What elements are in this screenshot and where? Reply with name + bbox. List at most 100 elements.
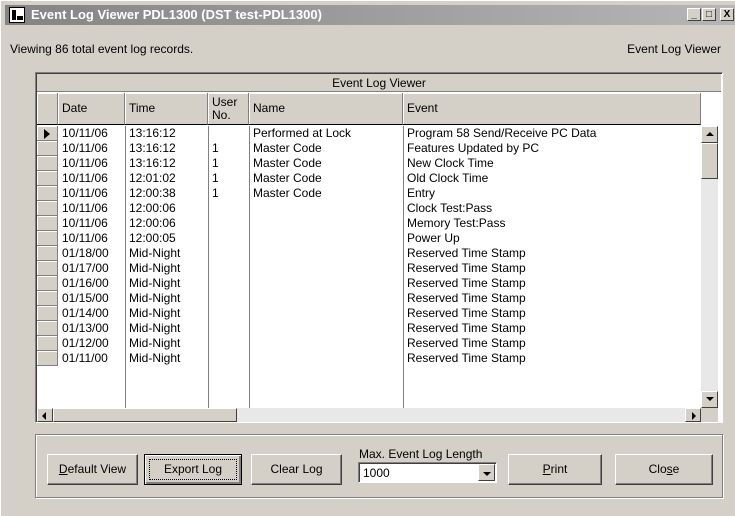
table-row[interactable]: 01/14/00 Mid-Night Reserved Time Stamp: [37, 306, 701, 321]
export-log-button[interactable]: Export Log: [144, 454, 242, 485]
row-selector[interactable]: [37, 321, 58, 336]
row-selector[interactable]: [37, 276, 58, 291]
scroll-down-button[interactable]: [701, 391, 718, 408]
cell-time[interactable]: 12:00:05: [125, 231, 208, 246]
cell-date[interactable]: 10/11/06: [58, 216, 125, 231]
cell-date[interactable]: 01/18/00: [58, 246, 125, 261]
cell-user-no[interactable]: [208, 246, 249, 261]
cell-date[interactable]: 10/11/06: [58, 186, 125, 201]
cell-name[interactable]: [249, 306, 403, 321]
row-selector[interactable]: [37, 291, 58, 306]
table-row[interactable]: 01/17/00 Mid-Night Reserved Time Stamp: [37, 261, 701, 276]
scroll-left-button[interactable]: [37, 408, 53, 422]
cell-date[interactable]: 01/14/00: [58, 306, 125, 321]
max-event-log-length-select[interactable]: 1000: [358, 462, 497, 483]
cell-date[interactable]: 10/11/06: [58, 231, 125, 246]
cell-name[interactable]: Master Code: [249, 141, 403, 156]
cell-time[interactable]: 13:16:12: [125, 126, 208, 141]
cell-time[interactable]: Mid-Night: [125, 261, 208, 276]
cell-event[interactable]: New Clock Time: [403, 156, 701, 171]
cell-time[interactable]: Mid-Night: [125, 246, 208, 261]
scroll-up-button[interactable]: [701, 126, 718, 143]
table-row[interactable]: 01/15/00 Mid-Night Reserved Time Stamp: [37, 291, 701, 306]
cell-name[interactable]: [249, 336, 403, 351]
cell-event[interactable]: Power Up: [403, 231, 701, 246]
row-selector[interactable]: [37, 126, 58, 141]
table-row[interactable]: 10/11/06 13:16:12 1 Master Code Features Upd…: [37, 141, 701, 156]
cell-user-no[interactable]: [208, 201, 249, 216]
row-selector[interactable]: [37, 246, 58, 261]
title-bar[interactable]: Event Log Viewer PDL1300 (DST test-PDL13…: [5, 5, 735, 25]
cell-time[interactable]: Mid-Night: [125, 336, 208, 351]
cell-user-no[interactable]: [208, 336, 249, 351]
close-window-button[interactable]: X: [720, 8, 734, 21]
cell-event[interactable]: Reserved Time Stamp: [403, 306, 701, 321]
cell-time[interactable]: Mid-Night: [125, 291, 208, 306]
table-row[interactable]: 10/11/06 13:16:12 1 Master Code New Clock Ti…: [37, 156, 701, 171]
table-row[interactable]: 01/16/00 Mid-Night Reserved Time Stamp: [37, 276, 701, 291]
table-row[interactable]: 10/11/06 12:01:02 1 Master Code Old Clock Ti…: [37, 171, 701, 186]
cell-time[interactable]: 13:16:12: [125, 156, 208, 171]
cell-time[interactable]: 12:00:06: [125, 201, 208, 216]
cell-time[interactable]: Mid-Night: [125, 306, 208, 321]
row-selector[interactable]: [37, 216, 58, 231]
vertical-scroll-thumb[interactable]: [701, 143, 718, 179]
row-selector[interactable]: [37, 186, 58, 201]
default-view-button[interactable]: Default View: [47, 454, 138, 485]
cell-time[interactable]: Mid-Night: [125, 351, 208, 366]
cell-user-no[interactable]: 1: [208, 171, 249, 186]
column-header-time[interactable]: Time: [125, 93, 208, 125]
cell-event[interactable]: Reserved Time Stamp: [403, 276, 701, 291]
cell-name[interactable]: [249, 216, 403, 231]
cell-name[interactable]: Master Code: [249, 156, 403, 171]
cell-event[interactable]: Reserved Time Stamp: [403, 321, 701, 336]
cell-date[interactable]: 10/11/06: [58, 201, 125, 216]
cell-user-no[interactable]: [208, 321, 249, 336]
column-header-date[interactable]: Date: [58, 93, 125, 125]
cell-date[interactable]: 01/12/00: [58, 336, 125, 351]
clear-log-button[interactable]: Clear Log: [251, 454, 342, 485]
row-selector[interactable]: [37, 141, 58, 156]
print-button[interactable]: Print: [508, 454, 602, 485]
row-selector[interactable]: [37, 336, 58, 351]
cell-name[interactable]: [249, 291, 403, 306]
row-selector[interactable]: [37, 231, 58, 246]
table-row[interactable]: 10/11/06 12:00:05 Power Up: [37, 231, 701, 246]
cell-name[interactable]: [249, 321, 403, 336]
cell-event[interactable]: Program 58 Send/Receive PC Data: [403, 126, 701, 141]
column-header-name[interactable]: Name: [249, 93, 403, 125]
cell-time[interactable]: Mid-Night: [125, 321, 208, 336]
close-button[interactable]: Close: [615, 454, 713, 485]
cell-name[interactable]: [249, 246, 403, 261]
table-row[interactable]: 01/11/00 Mid-Night Reserved Time Stamp: [37, 351, 701, 366]
cell-time[interactable]: 13:16:12: [125, 141, 208, 156]
cell-date[interactable]: 01/11/00: [58, 351, 125, 366]
cell-name[interactable]: [249, 231, 403, 246]
cell-date[interactable]: 01/16/00: [58, 276, 125, 291]
cell-event[interactable]: Entry: [403, 186, 701, 201]
cell-date[interactable]: 10/11/06: [58, 156, 125, 171]
column-header-event[interactable]: Event: [403, 93, 701, 125]
scroll-right-button[interactable]: [685, 408, 701, 422]
maximize-button[interactable]: □: [702, 8, 716, 21]
cell-name[interactable]: Performed at Lock: [249, 126, 403, 141]
cell-event[interactable]: Old Clock Time: [403, 171, 701, 186]
table-row[interactable]: 01/12/00 Mid-Night Reserved Time Stamp: [37, 336, 701, 351]
cell-name[interactable]: [249, 261, 403, 276]
row-selector[interactable]: [37, 351, 58, 366]
cell-event[interactable]: Reserved Time Stamp: [403, 336, 701, 351]
table-row[interactable]: 01/13/00 Mid-Night Reserved Time Stamp: [37, 321, 701, 336]
cell-date[interactable]: 10/11/06: [58, 171, 125, 186]
cell-name[interactable]: Master Code: [249, 186, 403, 201]
cell-user-no[interactable]: [208, 306, 249, 321]
cell-event[interactable]: Features Updated by PC: [403, 141, 701, 156]
row-selector[interactable]: [37, 261, 58, 276]
horizontal-scrollbar[interactable]: [37, 408, 701, 422]
vertical-scrollbar[interactable]: [701, 126, 718, 408]
row-selector[interactable]: [37, 171, 58, 186]
table-row[interactable]: 10/11/06 12:00:38 1 Master Code Entry: [37, 186, 701, 201]
cell-event[interactable]: Memory Test:Pass: [403, 216, 701, 231]
horizontal-scroll-thumb[interactable]: [53, 408, 237, 422]
table-row[interactable]: 10/11/06 13:16:12 Performed at Lock Program…: [37, 126, 701, 141]
cell-time[interactable]: 12:00:38: [125, 186, 208, 201]
